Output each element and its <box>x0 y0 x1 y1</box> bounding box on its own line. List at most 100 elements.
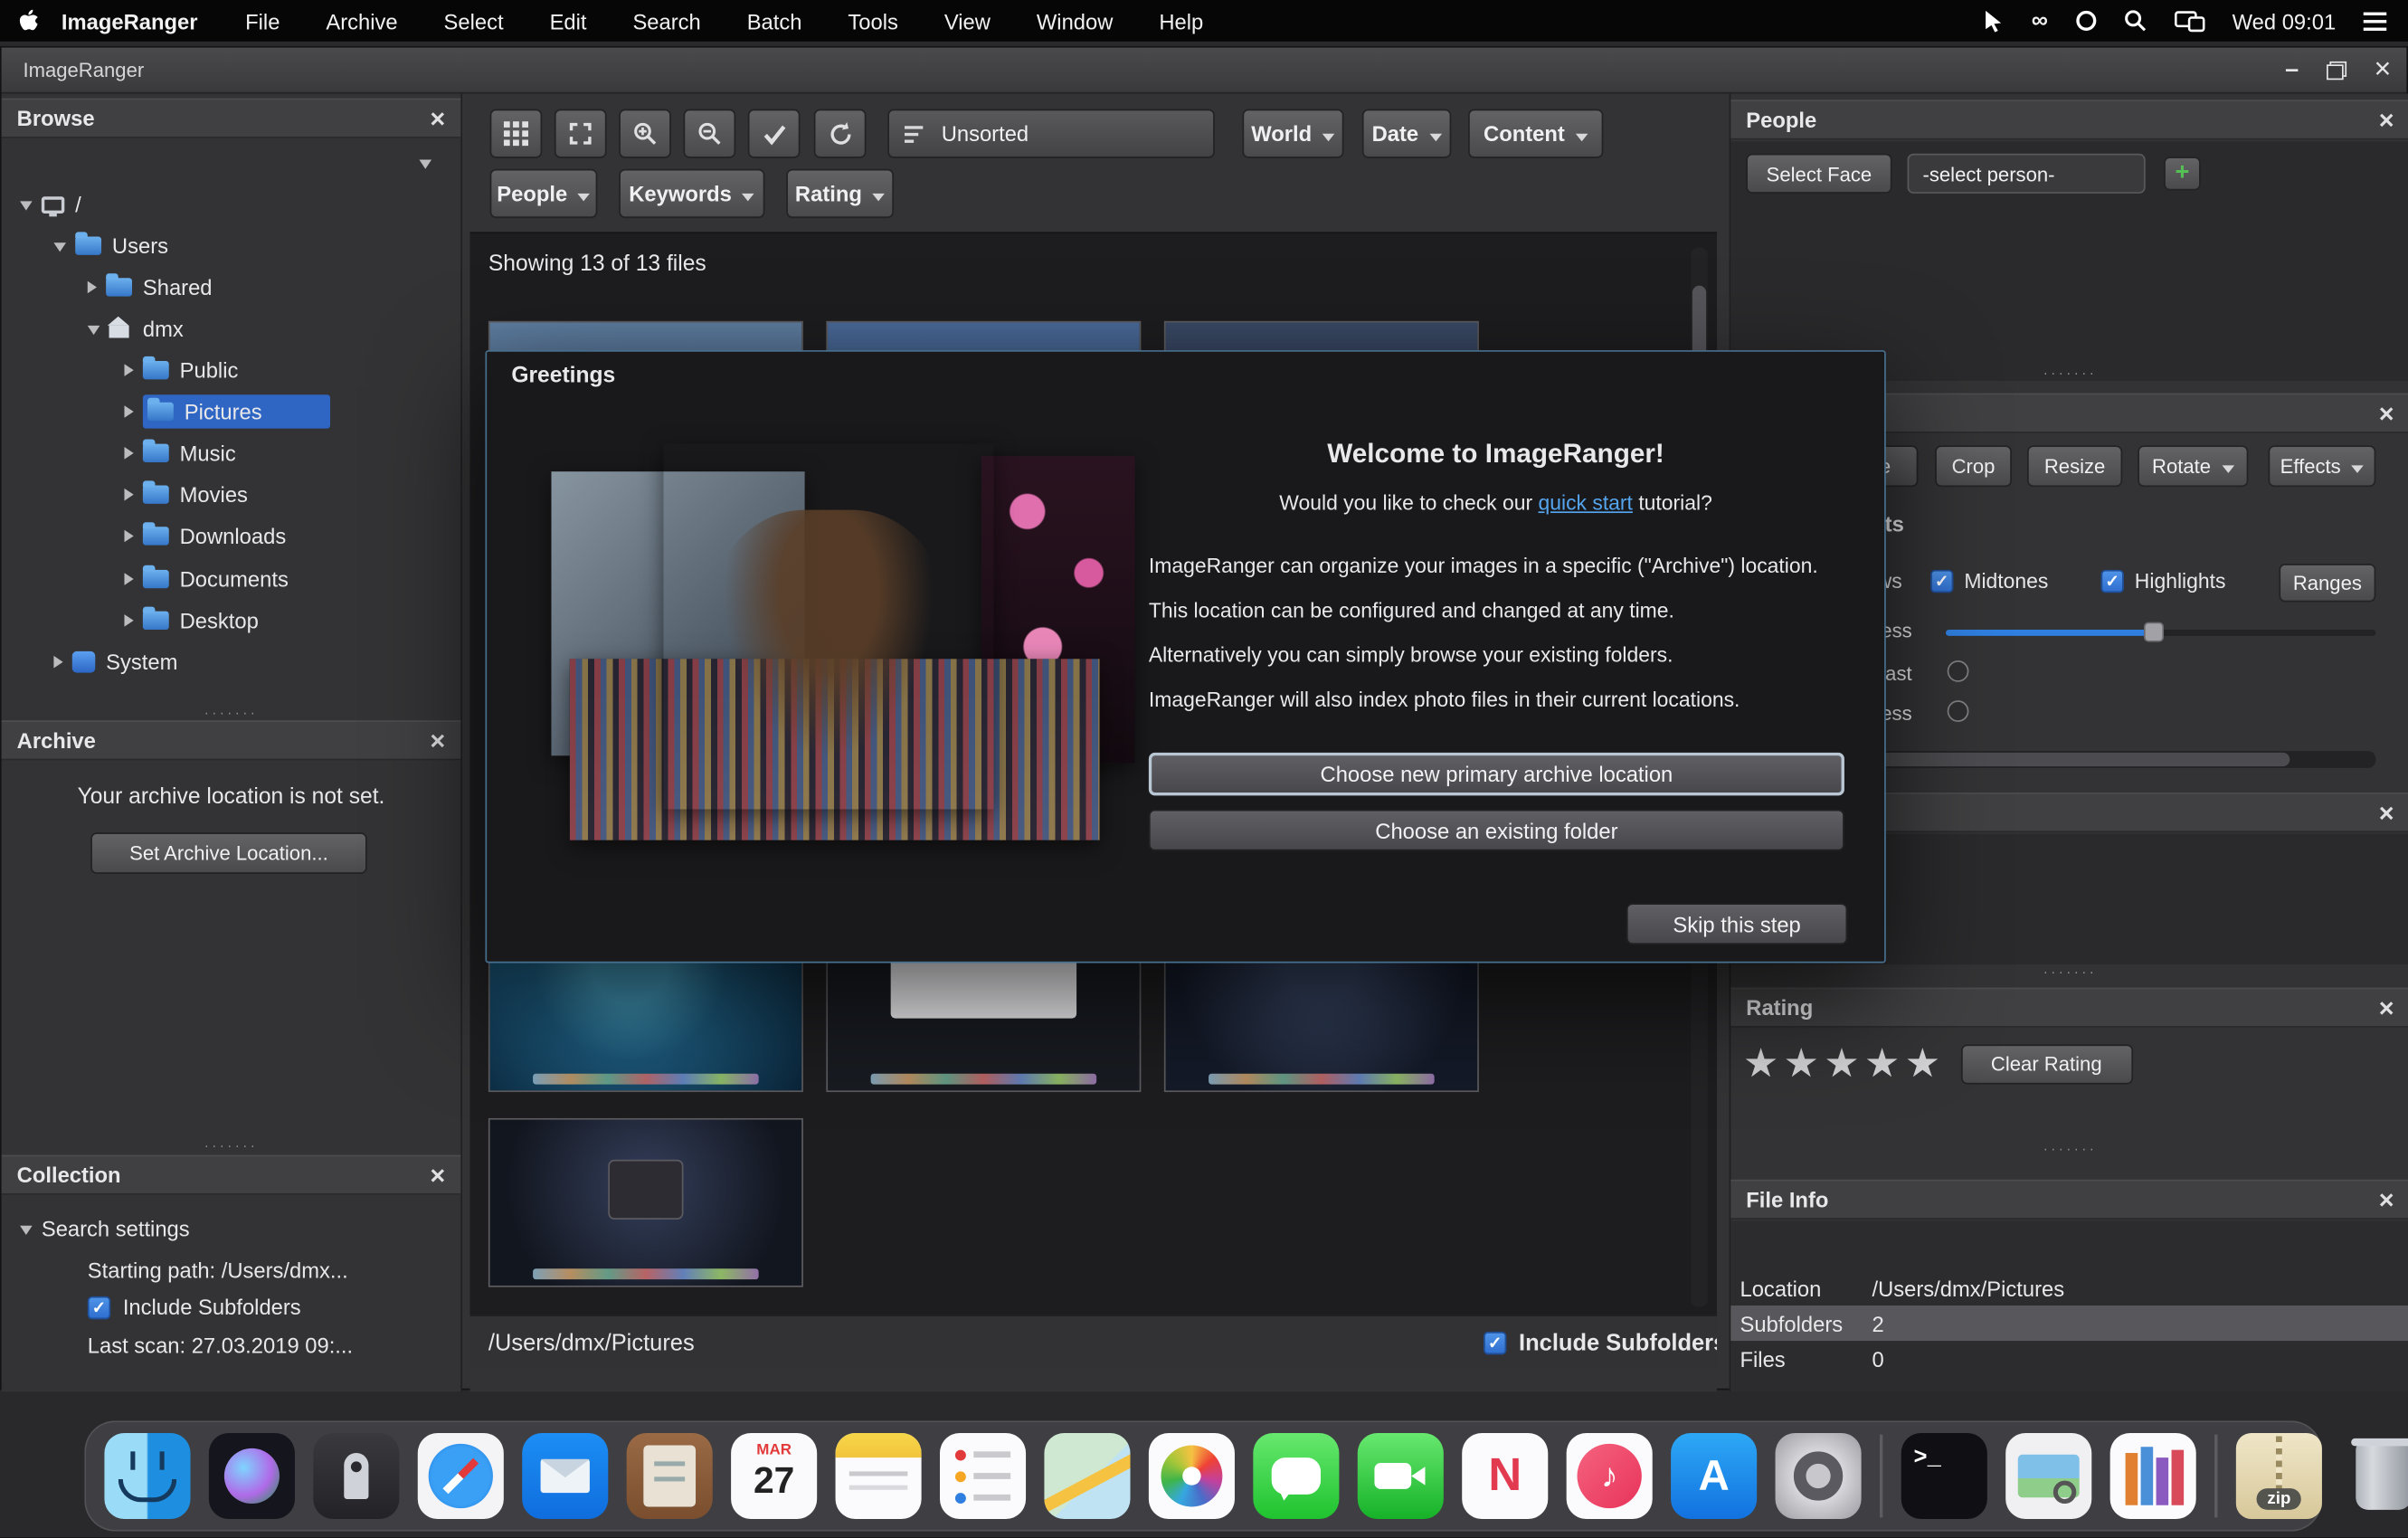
dock-photos-icon[interactable] <box>1148 1432 1235 1520</box>
checkbox-checked-icon[interactable]: ✓ <box>2100 569 2124 593</box>
notification-center-icon[interactable] <box>2363 7 2387 35</box>
filter-rating-button[interactable]: Rating <box>786 168 895 219</box>
window-close-icon[interactable]: × <box>2374 53 2391 87</box>
star-icon[interactable]: ★ <box>1824 1040 1864 1087</box>
close-fileinfo-panel-icon[interactable]: × <box>2373 1186 2401 1212</box>
menu-file[interactable]: File <box>245 8 280 33</box>
menu-select[interactable]: Select <box>444 8 504 33</box>
add-person-button[interactable]: + <box>2164 157 2201 191</box>
disclosure-closed-icon[interactable] <box>124 488 134 501</box>
dock-messages-icon[interactable] <box>1253 1432 1340 1520</box>
window-restore-icon[interactable] <box>2326 61 2346 80</box>
window-titlebar[interactable]: ImageRanger – × <box>1 47 2407 94</box>
checkbox-checked-icon[interactable]: ✓ <box>87 1296 111 1319</box>
cursor-icon[interactable] <box>1984 9 2004 33</box>
midtones-checkbox[interactable]: ✓ Midtones <box>1930 569 2048 593</box>
menu-search[interactable]: Search <box>632 8 700 33</box>
dock-zip-file-icon[interactable]: zip <box>2235 1432 2322 1520</box>
tree-item-shared[interactable]: Shared <box>2 267 461 307</box>
panel-splitter[interactable]: ······· <box>2 705 461 720</box>
menu-tools[interactable]: Tools <box>848 8 897 33</box>
fileinfo-row-location[interactable]: Location /Users/dmx/Pictures <box>1730 1270 2408 1305</box>
dock-safari-icon[interactable] <box>417 1432 504 1520</box>
crop-button[interactable]: Crop <box>1935 445 2012 488</box>
displays-icon[interactable] <box>2174 10 2204 32</box>
refresh-button[interactable] <box>813 109 867 158</box>
zoom-out-button[interactable] <box>683 109 736 158</box>
disclosure-closed-icon[interactable] <box>124 573 134 585</box>
star-icon[interactable]: ★ <box>1905 1040 1946 1087</box>
close-histogram-panel-icon[interactable]: × <box>2373 800 2401 826</box>
star-icon[interactable]: ★ <box>1864 1040 1905 1087</box>
status-ring-icon[interactable] <box>2075 10 2096 31</box>
tree-item-desktop[interactable]: Desktop <box>2 601 461 641</box>
menu-app-name[interactable]: ImageRanger <box>62 8 198 33</box>
disclosure-closed-icon[interactable] <box>124 447 134 460</box>
resize-button[interactable]: Resize <box>2026 445 2123 488</box>
disclosure-closed-icon[interactable] <box>124 405 134 418</box>
spotlight-search-icon[interactable] <box>2123 9 2146 32</box>
disclosure-open-icon[interactable] <box>20 1225 33 1235</box>
select-face-button[interactable]: Select Face <box>1746 153 1892 194</box>
set-archive-location-button[interactable]: Set Archive Location... <box>90 832 367 874</box>
dock-itunes-icon[interactable]: ♪ <box>1566 1432 1653 1520</box>
thumbnail[interactable] <box>488 1117 803 1287</box>
dock-facetime-icon[interactable] <box>1357 1432 1444 1520</box>
effects-button[interactable]: Effects <box>2268 445 2376 488</box>
filter-keywords-button[interactable]: Keywords <box>619 168 765 219</box>
menu-help[interactable]: Help <box>1159 8 1203 33</box>
checkbox-checked-icon[interactable]: ✓ <box>1483 1331 1507 1354</box>
close-archive-panel-icon[interactable]: × <box>424 727 452 754</box>
panel-splitter[interactable]: ······· <box>2 1138 461 1154</box>
select-person-dropdown[interactable]: -select person- <box>1907 153 2146 194</box>
ranges-button[interactable]: Ranges <box>2279 564 2376 603</box>
close-rating-panel-icon[interactable]: × <box>2373 994 2401 1021</box>
tree-item-root[interactable]: / <box>2 185 461 224</box>
include-subfolders-item[interactable]: ✓ Include Subfolders <box>2 1287 461 1327</box>
fileinfo-row-files[interactable]: Files 0 <box>1730 1341 2408 1376</box>
sharpness-control[interactable] <box>1947 700 1969 722</box>
dock-maps-icon[interactable] <box>1044 1432 1131 1520</box>
star-icon[interactable]: ★ <box>1784 1040 1825 1087</box>
clear-rating-button[interactable]: Clear Rating <box>1960 1043 2133 1084</box>
fileinfo-row-subfolders[interactable]: Subfolders 2 <box>1730 1305 2408 1342</box>
dock-calendar-icon[interactable]: MAR 27 <box>731 1432 818 1520</box>
dock-finder-icon[interactable] <box>104 1432 191 1520</box>
menu-archive[interactable]: Archive <box>326 8 397 33</box>
tree-item-movies[interactable]: Movies <box>2 475 461 515</box>
disclosure-open-icon[interactable] <box>87 325 100 336</box>
search-settings-node[interactable]: Search settings <box>2 1209 461 1248</box>
disclosure-open-icon[interactable] <box>20 201 33 211</box>
filter-people-button[interactable]: People <box>489 168 598 219</box>
grid-view-button[interactable] <box>489 109 543 158</box>
menu-clock[interactable]: Wed 09:01 <box>2233 8 2337 33</box>
tree-item-dmx[interactable]: dmx <box>2 309 461 348</box>
menu-window[interactable]: Window <box>1037 8 1114 33</box>
quick-start-link[interactable]: quick start <box>1538 491 1632 514</box>
slider-handle[interactable] <box>2143 622 2165 642</box>
dock-contacts-icon[interactable] <box>626 1432 713 1520</box>
dock-notes-icon[interactable] <box>835 1432 922 1520</box>
dock-trash-icon[interactable] <box>2340 1433 2408 1519</box>
tree-item-public[interactable]: Public <box>2 350 461 390</box>
dock-appstore-icon[interactable]: A <box>1671 1432 1758 1520</box>
tree-item-music[interactable]: Music <box>2 433 461 473</box>
tree-item-documents[interactable]: Documents <box>2 559 461 599</box>
browse-filter-dropdown[interactable] <box>14 149 450 177</box>
checkbox-checked-icon[interactable]: ✓ <box>1930 569 1954 593</box>
disclosure-open-icon[interactable] <box>53 242 67 252</box>
brightness-slider[interactable] <box>1945 622 2376 642</box>
choose-existing-folder-button[interactable]: Choose an existing folder <box>1148 809 1844 851</box>
disclosure-closed-icon[interactable] <box>124 614 134 627</box>
filter-world-button[interactable]: World <box>1242 109 1344 158</box>
menu-batch[interactable]: Batch <box>747 8 802 33</box>
star-icon[interactable]: ★ <box>1743 1040 1784 1087</box>
close-browse-panel-icon[interactable]: × <box>424 105 452 131</box>
fullscreen-button[interactable] <box>554 109 607 158</box>
disclosure-closed-icon[interactable] <box>124 364 134 376</box>
highlights-checkbox[interactable]: ✓ Highlights <box>2100 569 2225 593</box>
window-minimize-icon[interactable]: – <box>2285 56 2299 84</box>
tree-item-system[interactable]: System <box>2 642 461 682</box>
dock-siri-icon[interactable] <box>208 1432 295 1520</box>
tree-item-pictures[interactable]: Pictures <box>2 392 461 432</box>
